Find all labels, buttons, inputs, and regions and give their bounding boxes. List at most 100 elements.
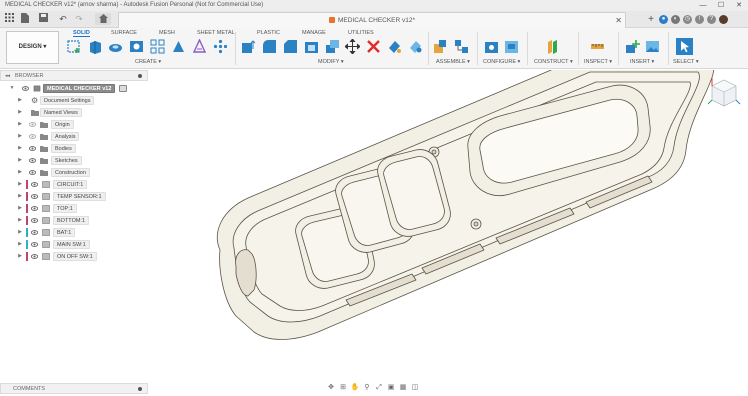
- tree-item-component[interactable]: ▶ CIRCUIT:1: [0, 179, 148, 190]
- model-viewport[interactable]: [150, 70, 748, 380]
- select-icon[interactable]: [676, 38, 693, 55]
- tree-item-component[interactable]: ▶ ON OFF SW:1: [0, 251, 148, 262]
- grid-icon[interactable]: ▦: [399, 383, 408, 392]
- viewcube[interactable]: [706, 74, 742, 110]
- eye-icon[interactable]: [31, 205, 38, 212]
- configure-menu[interactable]: CONFIGURE ▾: [483, 59, 520, 66]
- help-icon[interactable]: ?: [707, 15, 716, 24]
- active-radio-icon[interactable]: [119, 85, 127, 92]
- chamfer-icon[interactable]: [283, 39, 298, 54]
- expand-arrow-icon[interactable]: ▶: [17, 119, 23, 130]
- new-component-icon[interactable]: [433, 39, 448, 54]
- comments-add-icon[interactable]: [138, 387, 142, 391]
- expand-arrow-icon[interactable]: ▶: [17, 155, 23, 166]
- expand-arrow-icon[interactable]: ▶: [17, 251, 23, 262]
- notifications-icon[interactable]: !: [695, 15, 704, 24]
- app-grid-icon[interactable]: [4, 13, 14, 25]
- pan-icon[interactable]: ⊞: [339, 383, 348, 392]
- tree-item-component[interactable]: ▶ BOTTOM:1: [0, 215, 148, 226]
- tab-mesh[interactable]: MESH: [159, 29, 175, 37]
- tree-item-component[interactable]: ▶ BAT:1: [0, 227, 148, 238]
- assemble-menu[interactable]: ASSEMBLE ▾: [436, 59, 470, 66]
- physical-material-icon[interactable]: [408, 39, 423, 54]
- pattern-icon[interactable]: [150, 39, 165, 54]
- eye-icon[interactable]: [31, 229, 38, 236]
- modify-menu[interactable]: MODIFY ▾: [318, 59, 344, 66]
- extensions-icon[interactable]: ◐: [671, 15, 680, 24]
- redo-icon[interactable]: ↷: [74, 13, 84, 25]
- eye-icon[interactable]: [31, 241, 38, 248]
- delete-icon[interactable]: [366, 39, 381, 54]
- eye-icon[interactable]: [31, 181, 38, 188]
- zoom-icon[interactable]: ⚲: [363, 383, 372, 392]
- expand-arrow-icon[interactable]: ▶: [17, 167, 23, 178]
- tree-item-component[interactable]: ▶ TOP:1: [0, 203, 148, 214]
- insert-menu[interactable]: INSERT ▾: [630, 59, 654, 66]
- maximize-button[interactable]: ☐: [712, 0, 730, 11]
- hand-icon[interactable]: ✋: [351, 383, 360, 392]
- viewports-icon[interactable]: ◫: [411, 383, 420, 392]
- tree-item-component[interactable]: ▶ MAIN SW:1: [0, 239, 148, 250]
- configure-icon[interactable]: [484, 39, 499, 54]
- insert-image-icon[interactable]: [645, 39, 660, 54]
- clock-icon[interactable]: ◷: [683, 15, 692, 24]
- combine-icon[interactable]: [325, 39, 340, 54]
- tab-plastic[interactable]: PLASTIC: [257, 29, 280, 37]
- tree-item-bodies[interactable]: ▶ Bodies: [0, 143, 148, 154]
- eye-hidden-icon[interactable]: [29, 133, 36, 140]
- eye-icon[interactable]: [29, 145, 36, 152]
- fit-icon[interactable]: ⤢: [375, 383, 384, 392]
- tab-solid[interactable]: SOLID: [73, 29, 90, 37]
- tab-utilities[interactable]: UTILITIES: [348, 29, 374, 37]
- construct-menu[interactable]: CONSTRUCT ▾: [534, 59, 573, 66]
- file-icon[interactable]: [20, 13, 30, 25]
- eye-icon[interactable]: [31, 193, 38, 200]
- tree-item-sketches[interactable]: ▶ Sketches: [0, 155, 148, 166]
- expand-arrow-icon[interactable]: ▶: [17, 227, 23, 238]
- shell-icon[interactable]: [304, 39, 319, 54]
- browser-pin-icon[interactable]: [138, 74, 142, 78]
- measure-icon[interactable]: [590, 39, 605, 54]
- expand-arrow-icon[interactable]: ▶: [17, 239, 23, 250]
- configure-table-icon[interactable]: [504, 39, 519, 54]
- expand-arrow-icon[interactable]: ▶: [17, 203, 23, 214]
- eye-icon[interactable]: [29, 157, 36, 164]
- tree-root[interactable]: ▼ MEDICAL CHECKER v12: [0, 83, 148, 94]
- avatar[interactable]: [719, 15, 728, 24]
- tree-item-component[interactable]: ▶ TEMP SENSOR:1: [0, 191, 148, 202]
- job-status-icon[interactable]: ●: [659, 15, 668, 24]
- create-menu[interactable]: CREATE ▾: [135, 59, 161, 66]
- tab-surface[interactable]: SURFACE: [111, 29, 137, 37]
- expand-arrow-icon[interactable]: ▶: [17, 215, 23, 226]
- save-icon[interactable]: [38, 13, 48, 25]
- fillet-icon[interactable]: [262, 39, 277, 54]
- orbit-icon[interactable]: ✥: [327, 383, 336, 392]
- minimize-button[interactable]: —: [694, 0, 712, 11]
- move-copy-icon[interactable]: [344, 38, 361, 55]
- tree-item-named-views[interactable]: ▶ Named Views: [0, 107, 148, 118]
- expand-arrow-icon[interactable]: ▶: [17, 191, 23, 202]
- expand-arrow-icon[interactable]: ▶: [17, 143, 23, 154]
- form-icon[interactable]: [192, 38, 207, 54]
- appearance-icon[interactable]: [387, 39, 402, 54]
- expand-arrow-icon[interactable]: ▶: [17, 131, 23, 142]
- browser-header[interactable]: ◂◂ BROWSER: [0, 70, 148, 81]
- tree-item-construction[interactable]: ▶ Construction: [0, 167, 148, 178]
- eye-hidden-icon[interactable]: [29, 121, 36, 128]
- eye-icon[interactable]: [29, 169, 36, 176]
- eye-icon[interactable]: [31, 217, 38, 224]
- display-icon[interactable]: ▣: [387, 383, 396, 392]
- workspace-switcher[interactable]: DESIGN ▾: [6, 31, 59, 64]
- extrude-icon[interactable]: [88, 39, 103, 54]
- eye-icon[interactable]: [31, 253, 38, 260]
- tree-item-analysis[interactable]: ▶ Analysis: [0, 131, 148, 142]
- collapse-browser-icon[interactable]: ◂◂: [5, 71, 10, 81]
- tree-item-origin[interactable]: ▶ Origin: [0, 119, 148, 130]
- document-tab[interactable]: MEDICAL CHECKER v12* ✕: [118, 12, 626, 28]
- select-menu[interactable]: SELECT ▾: [673, 59, 699, 66]
- inspect-menu[interactable]: INSPECT ▾: [584, 59, 612, 66]
- close-tab-button[interactable]: ✕: [615, 13, 622, 28]
- expand-arrow-icon[interactable]: ▶: [17, 107, 23, 118]
- revolve-icon[interactable]: [108, 39, 123, 54]
- expand-arrow-icon[interactable]: ▶: [17, 179, 23, 190]
